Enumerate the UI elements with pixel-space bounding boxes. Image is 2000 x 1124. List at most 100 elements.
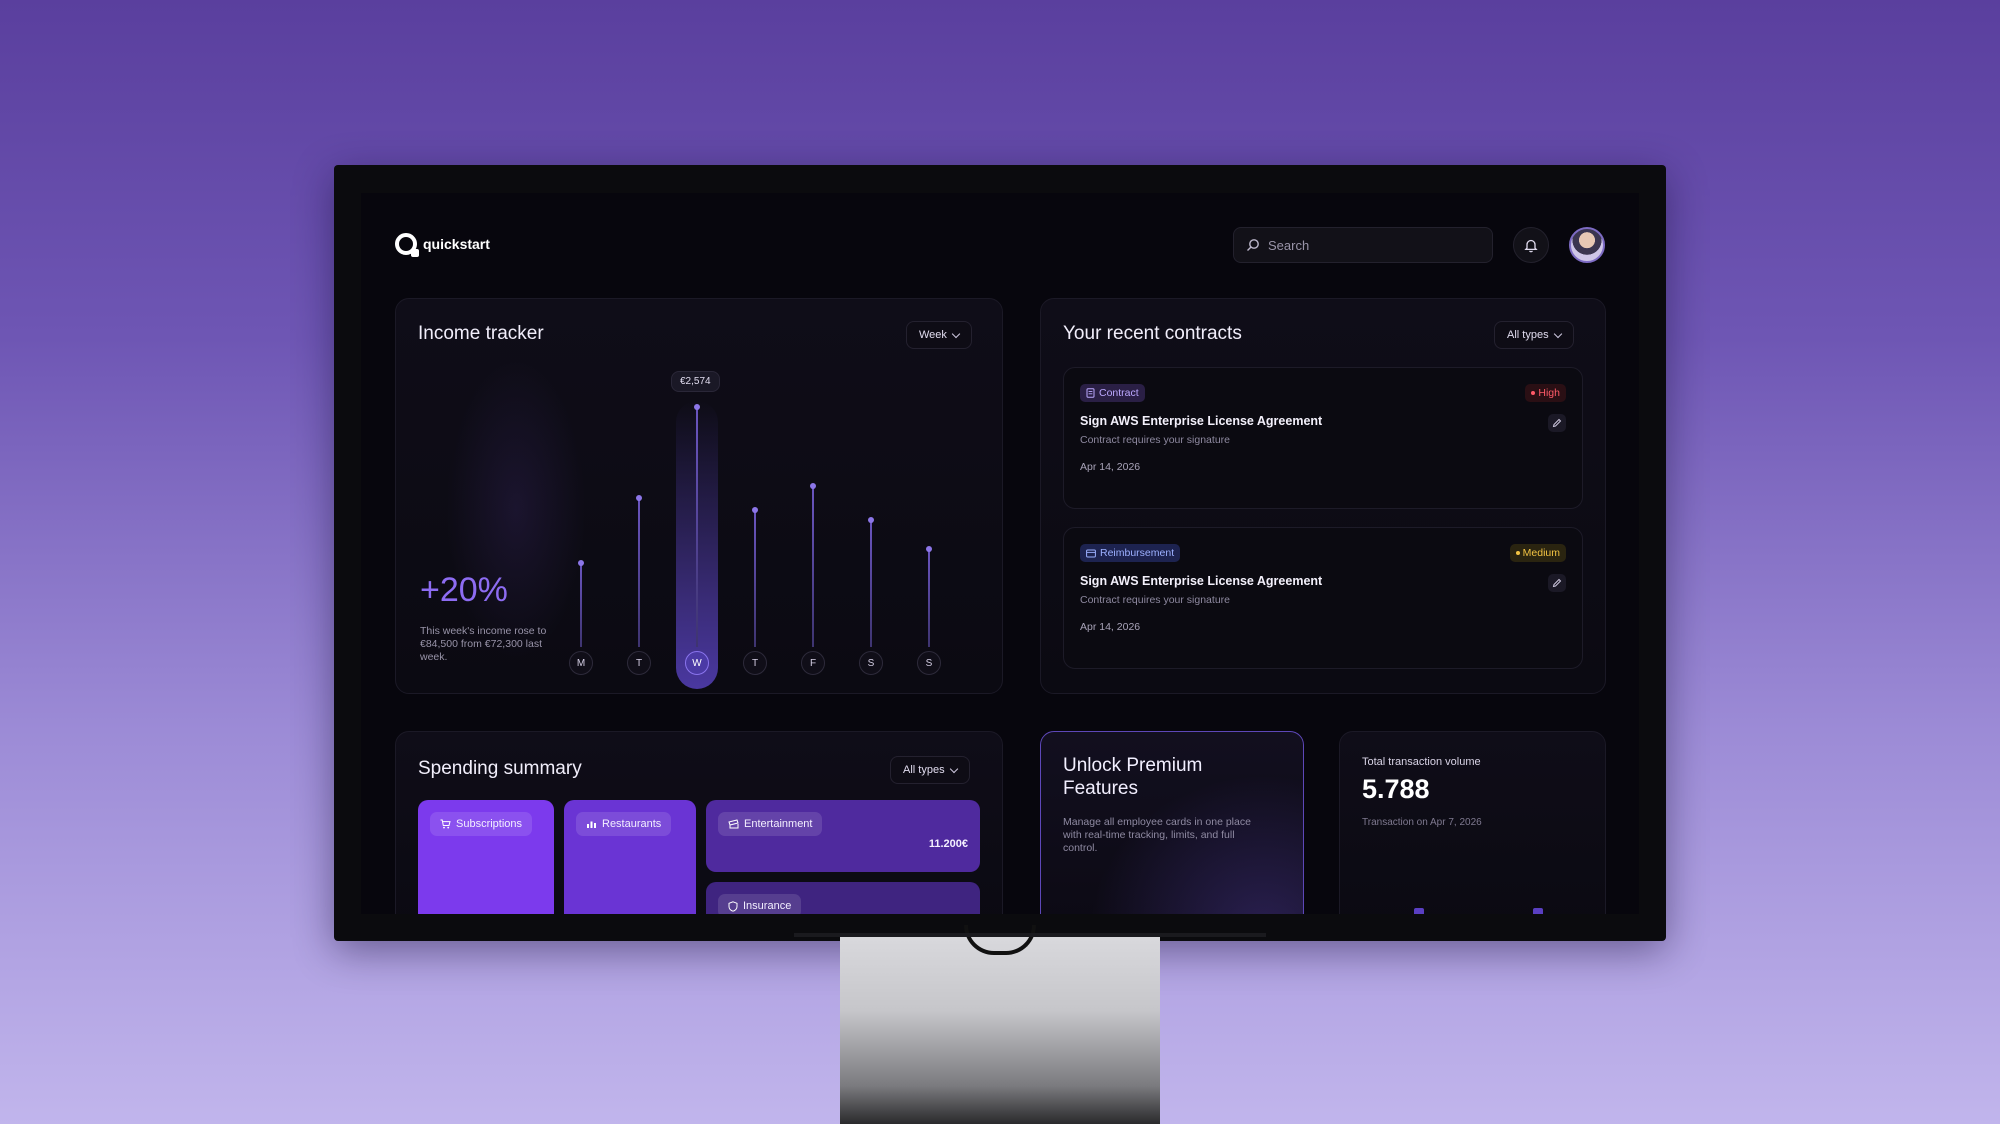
document-icon — [1086, 388, 1095, 398]
income-description: This week's income rose to €84,500 from … — [420, 625, 547, 663]
day-label[interactable]: T — [627, 651, 651, 675]
brand-logo[interactable]: quickstart — [395, 233, 490, 257]
recent-contracts-card: Your recent contracts All types Contract… — [1040, 298, 1606, 694]
app-screen: quickstart Income tracker Week +20% This… — [361, 193, 1639, 914]
premium-description: Manage all employee cards in one place w… — [1063, 816, 1251, 854]
day-label[interactable]: S — [917, 651, 941, 675]
contract-date: Apr 14, 2026 — [1080, 621, 1141, 633]
category-label: Entertainment — [744, 818, 813, 830]
volume-bar — [1414, 908, 1424, 914]
spending-tile-entertainment[interactable]: Entertainment 11.200€ — [706, 800, 980, 872]
search-icon — [1247, 239, 1259, 251]
user-avatar[interactable] — [1569, 227, 1605, 263]
period-dropdown-label: Week — [919, 329, 947, 341]
day-label[interactable]: W — [685, 651, 709, 675]
day-label[interactable]: T — [743, 651, 767, 675]
contracts-filter-dropdown[interactable]: All types — [1494, 321, 1574, 349]
contract-title: Sign AWS Enterprise License Agreement — [1080, 414, 1323, 428]
contract-item[interactable]: Contract High Sign AWS Enterprise Licens… — [1063, 367, 1583, 509]
edit-button[interactable] — [1548, 574, 1566, 592]
priority-badge: High — [1525, 384, 1566, 402]
contract-type-label: Reimbursement — [1100, 547, 1175, 559]
income-bar-line — [870, 520, 872, 647]
premium-title: Unlock Premium Features — [1063, 755, 1203, 799]
contract-subtitle: Contract requires your signature — [1080, 434, 1230, 446]
cart-icon — [440, 819, 451, 829]
category-label: Restaurants — [602, 818, 662, 830]
income-bar-line — [580, 563, 582, 647]
priority-dot — [1531, 391, 1536, 395]
priority-badge: Medium — [1509, 544, 1566, 562]
income-bar-line — [638, 498, 640, 647]
chart-icon — [587, 821, 596, 828]
brand-name: quickstart — [423, 236, 490, 252]
day-label[interactable]: F — [801, 651, 825, 675]
income-bar-dot — [868, 517, 874, 523]
income-bar-line — [928, 549, 930, 647]
spending-tile-subscriptions[interactable]: Subscriptions — [418, 800, 554, 914]
spending-tile-insurance[interactable]: Insurance — [706, 882, 980, 914]
income-bar-dot — [578, 560, 584, 566]
volume-label: Total transaction volume — [1362, 756, 1481, 768]
income-tooltip: €2,574 — [671, 371, 720, 392]
monitor-chin — [794, 933, 1266, 937]
receipt-icon — [1086, 549, 1096, 557]
category-label: Subscriptions — [456, 818, 523, 830]
contract-subtitle: Contract requires your signature — [1080, 594, 1230, 606]
volume-subtitle: Transaction on Apr 7, 2026 — [1362, 817, 1482, 828]
category-chip: Entertainment — [718, 812, 823, 836]
search-box[interactable] — [1233, 227, 1493, 263]
income-bar-dot — [694, 404, 700, 410]
pencil-icon — [1552, 418, 1562, 428]
volume-value: 5.788 — [1362, 774, 1430, 804]
day-label[interactable]: M — [569, 651, 593, 675]
ticket-icon — [728, 819, 739, 829]
income-tracker-title: Income tracker — [418, 323, 544, 344]
contracts-filter-label: All types — [1507, 329, 1549, 341]
search-input[interactable] — [1268, 237, 1468, 253]
period-dropdown[interactable]: Week — [906, 321, 972, 349]
spending-summary-card: Spending summary All types Subscriptions… — [395, 731, 1003, 914]
income-bar-dot — [636, 495, 642, 501]
contract-title: Sign AWS Enterprise License Agreement — [1080, 574, 1323, 588]
category-chip: Restaurants — [576, 812, 672, 836]
contract-type-tag: Reimbursement — [1080, 544, 1181, 562]
category-label: Insurance — [743, 900, 792, 912]
category-chip: Subscriptions — [430, 812, 533, 836]
income-bar-line — [696, 407, 698, 647]
income-change: +20% — [420, 571, 508, 609]
income-bar-line — [812, 486, 814, 647]
contract-type-tag: Contract — [1080, 384, 1145, 402]
edit-button[interactable] — [1548, 414, 1566, 432]
category-chip: Insurance — [718, 894, 802, 914]
chevron-down-icon — [1553, 329, 1562, 338]
priority-dot — [1515, 551, 1520, 555]
transaction-volume-card: Total transaction volume 5.788 Transacti… — [1339, 731, 1606, 914]
contracts-title: Your recent contracts — [1063, 323, 1242, 344]
category-value: 11.200€ — [928, 838, 968, 850]
contract-item[interactable]: Reimbursement Medium Sign AWS Enterprise… — [1063, 527, 1583, 669]
chevron-down-icon — [951, 329, 961, 338]
priority-label: High — [1538, 387, 1560, 399]
spending-filter-label: All types — [903, 764, 945, 776]
spending-tile-restaurants[interactable]: Restaurants — [564, 800, 696, 914]
spending-title: Spending summary — [418, 758, 582, 779]
shield-icon — [728, 900, 738, 912]
contract-date: Apr 14, 2026 — [1080, 461, 1141, 473]
contract-type-label: Contract — [1099, 387, 1139, 399]
income-bar-dot — [810, 483, 816, 489]
glow-decoration — [446, 359, 586, 659]
day-label[interactable]: S — [859, 651, 883, 675]
income-tracker-card: Income tracker Week +20% This week's inc… — [395, 298, 1003, 694]
notifications-button[interactable] — [1513, 227, 1549, 263]
income-bar-line — [754, 510, 756, 647]
monitor-stand — [840, 935, 1160, 1124]
spending-filter-dropdown[interactable]: All types — [890, 756, 970, 784]
pencil-icon — [1552, 578, 1562, 588]
priority-label: Medium — [1522, 547, 1560, 559]
premium-promo-card[interactable]: Unlock Premium Features Manage all emplo… — [1040, 731, 1304, 914]
income-bar-dot — [752, 507, 758, 513]
chevron-down-icon — [949, 764, 958, 773]
bell-icon — [1524, 239, 1538, 252]
income-bar-dot — [926, 546, 932, 552]
